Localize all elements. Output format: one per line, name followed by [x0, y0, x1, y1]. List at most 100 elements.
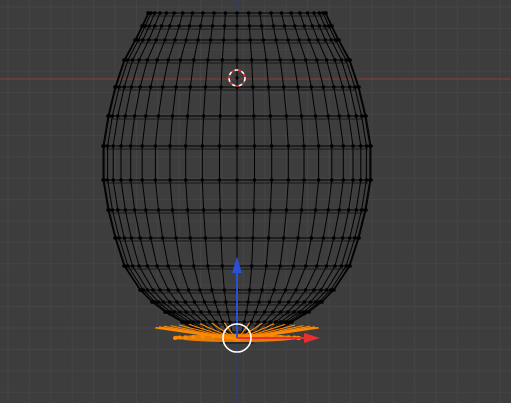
mesh-vertex	[310, 24, 315, 28]
mesh-vertex	[203, 85, 208, 89]
mesh-vertex	[192, 300, 197, 304]
mesh-vertex	[192, 58, 196, 62]
mesh-vertex	[137, 264, 141, 268]
mesh-vertex	[235, 236, 239, 240]
mesh-vertex	[249, 264, 254, 268]
mesh-edge-meridian	[239, 12, 255, 341]
mesh-vertex	[122, 85, 127, 89]
mesh-vertex	[228, 320, 232, 324]
mesh-vertex	[313, 114, 318, 118]
mesh-vertex	[266, 236, 271, 240]
mesh-vertex	[346, 208, 351, 212]
mesh-vertex	[303, 288, 308, 292]
mesh-vertex	[217, 144, 222, 148]
mesh-vertex	[321, 85, 326, 89]
mesh-vertex	[354, 208, 359, 212]
mesh-vertex	[123, 208, 128, 212]
mesh-vertex	[351, 144, 355, 148]
mesh-vertex	[138, 85, 142, 89]
mesh-vertex	[144, 208, 148, 212]
mesh-vertex	[111, 178, 115, 182]
mesh-vertex	[137, 58, 141, 62]
mesh-vertex	[302, 178, 306, 182]
mesh-vertex	[192, 264, 196, 268]
mesh-vertex	[291, 264, 296, 268]
mesh-vertex	[214, 320, 218, 324]
mesh-vertex	[307, 310, 311, 314]
mesh-vertex	[364, 178, 369, 182]
mesh-vertex	[326, 208, 331, 212]
mesh-vertex	[220, 264, 225, 268]
mesh-vertex	[244, 310, 249, 314]
mesh-vertex	[117, 85, 121, 89]
mesh-vertex	[324, 11, 328, 15]
mesh-vertex	[174, 85, 178, 89]
mesh-vertex	[138, 236, 142, 240]
mesh-vertex	[252, 178, 257, 182]
mesh-vertex	[247, 24, 252, 28]
mesh-vertex	[129, 236, 134, 240]
mesh-vertex	[262, 320, 267, 324]
transform-gizmo[interactable]	[222, 257, 320, 353]
mesh-vertex	[313, 300, 318, 304]
mesh-vertex	[173, 38, 177, 42]
mesh-vertex	[268, 208, 273, 212]
mesh-vertex	[359, 114, 364, 118]
mesh-vertex	[339, 58, 344, 62]
mesh-vertex	[201, 208, 206, 212]
mesh-vertex	[316, 178, 321, 182]
mesh-vertex	[198, 24, 203, 28]
mesh-vertex	[246, 300, 250, 304]
viewport-canvas[interactable]	[0, 0, 511, 403]
mesh-vertex	[295, 300, 299, 304]
mesh-vertex	[299, 208, 304, 212]
mesh-vertex	[262, 310, 267, 314]
mesh-vertex	[315, 264, 319, 268]
mesh-vertex	[323, 24, 327, 28]
mesh-vertex	[199, 310, 203, 314]
mesh-vertex	[210, 288, 214, 292]
mesh-vertex	[128, 178, 133, 182]
mesh-vertex	[283, 288, 288, 292]
mesh-vertex	[319, 288, 323, 292]
mesh-vertex	[191, 320, 196, 324]
mesh-vertex	[200, 144, 205, 148]
mesh-vertex	[249, 58, 254, 62]
mesh-edge-meridian	[201, 12, 233, 341]
mesh-vertex	[359, 144, 363, 148]
mesh-vertex	[267, 300, 272, 304]
mesh-vertex	[340, 85, 345, 89]
mesh-vertex	[206, 58, 210, 62]
mesh-vertex	[117, 236, 121, 240]
3d-viewport[interactable]	[0, 0, 511, 403]
mesh-vertex	[357, 85, 361, 89]
mesh-vertex	[304, 58, 308, 62]
mesh-vertex	[337, 208, 342, 212]
mesh-vertex	[326, 114, 331, 118]
mesh-vertex	[309, 236, 314, 240]
mesh-vertex	[332, 85, 336, 89]
mesh-vertex	[246, 11, 251, 15]
mesh-vertex	[333, 58, 337, 62]
mesh-vertex	[147, 24, 151, 28]
mesh-vertex	[166, 288, 171, 292]
mesh-vertex	[187, 24, 192, 28]
selected-vertex	[211, 334, 216, 339]
mesh-vertex	[286, 178, 291, 182]
selected-vertex	[174, 335, 179, 340]
mesh-vertex	[341, 144, 346, 148]
mesh-vertex	[309, 85, 314, 89]
mesh-vertex	[148, 236, 153, 240]
mesh-vertex	[258, 11, 262, 15]
mesh-vertex	[304, 264, 308, 268]
mesh-vertex	[281, 85, 286, 89]
mesh-vertex	[337, 114, 342, 118]
mesh-vertex	[178, 264, 183, 268]
mesh-vertex	[354, 114, 359, 118]
mesh-vertex	[122, 236, 127, 240]
mesh-vertex	[323, 38, 328, 42]
mesh-vertex	[148, 85, 153, 89]
mesh-vertex	[282, 320, 287, 324]
mesh-vertex	[206, 264, 210, 268]
mesh-vertex	[153, 144, 158, 148]
